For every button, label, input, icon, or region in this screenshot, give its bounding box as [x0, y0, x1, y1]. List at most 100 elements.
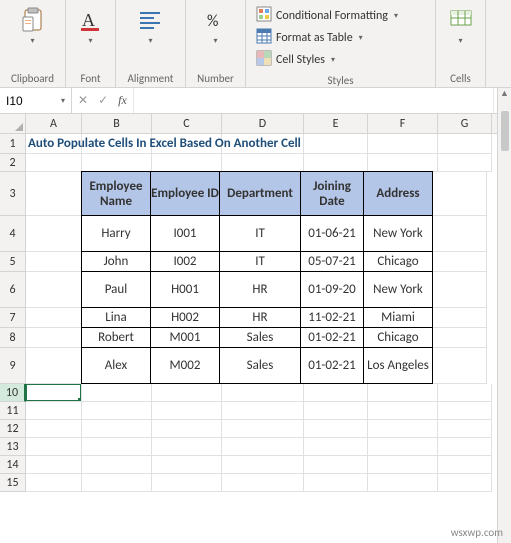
cell[interactable]	[152, 402, 222, 420]
conditional-formatting-button[interactable]: Conditional Formatting ▾	[256, 6, 398, 26]
format-as-table-button[interactable]: Format as Table ▾	[256, 28, 363, 48]
cell[interactable]	[433, 252, 487, 272]
cell[interactable]	[438, 134, 492, 154]
table-cell[interactable]: John	[81, 251, 151, 272]
table-cell[interactable]: Sales	[219, 327, 301, 348]
cell[interactable]	[152, 456, 222, 474]
enter-icon[interactable]: ✓	[98, 93, 108, 108]
cell[interactable]	[82, 402, 152, 420]
cell[interactable]	[82, 154, 152, 172]
cell[interactable]	[26, 252, 82, 272]
cell[interactable]	[433, 328, 487, 348]
cell[interactable]	[368, 134, 438, 154]
cell[interactable]	[433, 216, 487, 252]
table-cell[interactable]: 01-06-21	[300, 215, 364, 252]
cell[interactable]	[438, 474, 492, 492]
table-cell[interactable]: 01-02-21	[300, 347, 364, 384]
cell[interactable]	[222, 456, 304, 474]
table-cell[interactable]: M001	[150, 327, 220, 348]
col-header[interactable]: F	[368, 114, 438, 133]
table-cell[interactable]: I001	[150, 215, 220, 252]
scrollbar-thumb[interactable]	[501, 111, 509, 151]
row-header[interactable]: 15	[0, 474, 26, 492]
cell[interactable]	[433, 272, 487, 308]
cell[interactable]	[82, 474, 152, 492]
cell[interactable]	[222, 420, 304, 438]
row-header[interactable]: 6	[0, 272, 26, 308]
row-header[interactable]: 7	[0, 308, 26, 328]
cell[interactable]	[304, 384, 368, 402]
cell[interactable]	[26, 154, 82, 172]
table-header-cell[interactable]: Employee ID	[150, 171, 220, 216]
table-cell[interactable]: New York	[363, 215, 433, 252]
cell[interactable]	[433, 308, 487, 328]
cell[interactable]	[304, 438, 368, 456]
cell[interactable]	[26, 438, 82, 456]
table-cell[interactable]: Sales	[219, 347, 301, 384]
cell[interactable]	[222, 384, 304, 402]
select-all-button[interactable]	[0, 114, 26, 133]
cell[interactable]	[26, 420, 82, 438]
table-cell[interactable]: 01-02-21	[300, 327, 364, 348]
font-button[interactable]: A ▾	[73, 4, 109, 48]
table-cell[interactable]: Chicago	[363, 327, 433, 348]
row-header[interactable]: 11	[0, 402, 26, 420]
cell[interactable]	[438, 154, 492, 172]
cell[interactable]	[368, 154, 438, 172]
vertical-scrollbar[interactable]: ▲	[497, 88, 511, 543]
row-header[interactable]: 1	[0, 134, 26, 154]
table-header-cell[interactable]: Employee Name	[81, 171, 151, 216]
row-header[interactable]: 3	[0, 172, 26, 216]
table-cell[interactable]: Los Angeles	[363, 347, 433, 384]
table-header-cell[interactable]: Joining Date	[300, 171, 364, 216]
cell[interactable]	[152, 474, 222, 492]
table-cell[interactable]: HR	[219, 271, 301, 308]
alignment-button[interactable]: ▾	[133, 4, 169, 48]
cell[interactable]	[304, 474, 368, 492]
cell[interactable]	[26, 216, 82, 252]
cell[interactable]	[368, 420, 438, 438]
table-cell[interactable]: Lina	[81, 307, 151, 328]
scroll-up-icon[interactable]: ▲	[500, 88, 509, 99]
cell[interactable]	[26, 328, 82, 348]
table-cell[interactable]: H002	[150, 307, 220, 328]
cell[interactable]	[26, 348, 82, 384]
table-cell[interactable]: Miami	[363, 307, 433, 328]
cell[interactable]	[304, 154, 368, 172]
cell[interactable]	[152, 384, 222, 402]
cell[interactable]	[152, 438, 222, 456]
cell[interactable]	[438, 402, 492, 420]
cell[interactable]	[433, 172, 487, 216]
cell[interactable]	[222, 438, 304, 456]
table-cell[interactable]: New York	[363, 271, 433, 308]
cell[interactable]	[368, 474, 438, 492]
cell[interactable]	[82, 456, 152, 474]
cell[interactable]	[304, 456, 368, 474]
cell[interactable]	[222, 474, 304, 492]
cell[interactable]	[304, 420, 368, 438]
cell[interactable]	[438, 384, 492, 402]
cell[interactable]	[368, 438, 438, 456]
title-cell[interactable]: Auto Populate Cells In Excel Based On An…	[26, 134, 82, 154]
clipboard-button[interactable]: ▾	[15, 4, 51, 48]
cell[interactable]	[26, 474, 82, 492]
row-header[interactable]: 13	[0, 438, 26, 456]
name-box-dropdown-icon[interactable]: ▾	[59, 96, 67, 106]
cell[interactable]	[433, 348, 487, 384]
table-cell[interactable]: I002	[150, 251, 220, 272]
table-header-cell[interactable]: Department	[219, 171, 301, 216]
fx-icon[interactable]: fx	[118, 93, 127, 108]
cell[interactable]	[152, 154, 222, 172]
table-cell[interactable]: Paul	[81, 271, 151, 308]
col-header[interactable]: D	[222, 114, 304, 133]
cell[interactable]	[26, 308, 82, 328]
cell[interactable]	[26, 172, 82, 216]
row-header[interactable]: 10	[0, 384, 26, 402]
table-cell[interactable]: Harry	[81, 215, 151, 252]
cell[interactable]	[304, 134, 368, 154]
row-header[interactable]: 5	[0, 252, 26, 272]
cell[interactable]	[438, 438, 492, 456]
row-header[interactable]: 14	[0, 456, 26, 474]
cell[interactable]	[26, 272, 82, 308]
table-cell[interactable]: 05-07-21	[300, 251, 364, 272]
